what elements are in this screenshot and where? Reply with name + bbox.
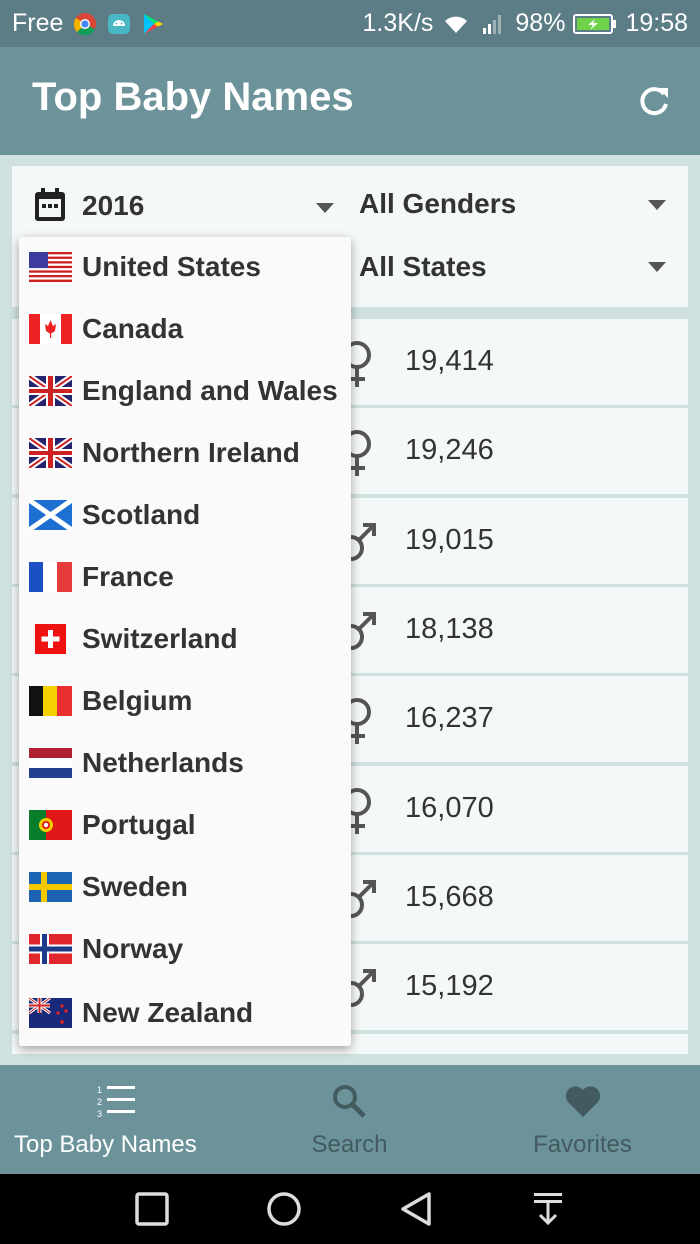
menu-item-netherlands[interactable]: Netherlands (19, 733, 351, 795)
menu-item-label: New Zealand (82, 997, 254, 1028)
new-zealand-flag-icon (29, 998, 72, 1028)
menu-item-united-states[interactable]: United States (19, 237, 351, 299)
france-flag-icon (29, 562, 72, 592)
svg-text:1: 1 (97, 1085, 102, 1095)
uk-flag-icon (29, 438, 72, 468)
menu-item-sweden[interactable]: Sweden (19, 857, 351, 919)
refresh-icon[interactable] (634, 82, 674, 122)
gender-dropdown[interactable]: All Genders (350, 166, 688, 246)
menu-item-england-and-wales[interactable]: England and Wales (19, 361, 351, 423)
menu-item-new-zealand[interactable]: New Zealand (19, 983, 351, 1045)
battery-percent: 98% (515, 9, 566, 37)
back-triangle-icon[interactable] (398, 1191, 434, 1227)
chevron-down-icon (648, 200, 666, 210)
signal-icon (483, 14, 502, 34)
status-bar: Free 1.3K/s 98% 19:58 (0, 0, 700, 47)
menu-item-france[interactable]: France (19, 547, 351, 609)
menu-item-label: Portugal (82, 809, 196, 840)
name-count: 16,237 (405, 702, 494, 734)
chrome-icon (74, 12, 97, 35)
menu-item-canada[interactable]: Canada (19, 299, 351, 361)
numbered-list-icon: 1 2 3 (97, 1085, 135, 1119)
us-flag-icon (29, 252, 72, 282)
battery-icon (573, 13, 617, 34)
name-count: 19,015 (405, 524, 494, 556)
recents-square-icon[interactable] (134, 1191, 170, 1227)
heart-icon (565, 1086, 600, 1117)
chevron-down-icon (648, 262, 666, 272)
nav-search[interactable]: Search (233, 1065, 466, 1174)
canada-flag-icon (29, 314, 72, 344)
menu-item-label: Switzerland (82, 623, 238, 654)
menu-item-portugal[interactable]: Portugal (19, 795, 351, 857)
year-dropdown[interactable]: 2016 (12, 166, 350, 246)
uk-flag-icon (29, 376, 72, 406)
menu-item-scotland[interactable]: Scotland (19, 485, 351, 547)
nav-label: Top Baby Names (14, 1131, 197, 1158)
portugal-flag-icon (29, 810, 72, 840)
norway-flag-icon (29, 934, 72, 964)
system-navigation-bar (0, 1174, 700, 1244)
home-circle-icon[interactable] (266, 1191, 302, 1227)
wifi-icon (445, 16, 468, 33)
menu-item-label: France (82, 561, 174, 592)
menu-item-label: Canada (82, 313, 184, 344)
name-count: 15,192 (405, 970, 494, 1002)
page-title: Top Baby Names (32, 75, 354, 119)
state-dropdown[interactable]: All States (350, 246, 688, 307)
menu-item-northern-ireland[interactable]: Northern Ireland (19, 423, 351, 485)
nav-top-baby-names[interactable]: 1 2 3 Top Baby Names (0, 1065, 233, 1174)
name-count: 18,138 (405, 613, 494, 645)
name-count: 19,414 (405, 345, 494, 377)
menu-item-label: Netherlands (82, 747, 244, 778)
android-icon (108, 13, 131, 34)
svg-text:3: 3 (97, 1109, 102, 1119)
menu-item-label: United States (82, 251, 261, 282)
notification-pull-icon[interactable] (530, 1191, 566, 1227)
name-count: 15,668 (405, 881, 494, 913)
name-count: 19,246 (405, 434, 494, 466)
country-dropdown-menu: United States Canada England and Wales N… (19, 237, 351, 1046)
menu-item-label: Northern Ireland (82, 437, 300, 468)
bottom-navigation: 1 2 3 Top Baby Names Search Favorites (0, 1065, 700, 1174)
menu-item-label: Sweden (82, 871, 188, 902)
menu-item-switzerland[interactable]: Switzerland (19, 609, 351, 671)
search-icon (332, 1085, 366, 1118)
menu-item-label: Scotland (82, 499, 201, 530)
scotland-flag-icon (29, 500, 72, 530)
gender-value: All Genders (359, 188, 517, 219)
nav-favorites[interactable]: Favorites (466, 1065, 699, 1174)
belgium-flag-icon (29, 686, 72, 716)
menu-item-label: England and Wales (82, 375, 338, 406)
menu-item-norway[interactable]: Norway (19, 919, 351, 981)
year-value: 2016 (82, 190, 145, 221)
nav-label: Favorites (533, 1131, 632, 1158)
menu-item-label: Belgium (82, 685, 193, 716)
netherlands-flag-icon (29, 748, 72, 778)
name-count: 16,070 (405, 792, 494, 824)
switzerland-flag-icon (35, 624, 66, 654)
state-value: All States (359, 251, 487, 282)
network-speed: 1.3K/s (362, 9, 434, 37)
svg-text:2: 2 (97, 1097, 102, 1107)
calendar-icon (35, 188, 65, 221)
clock: 19:58 (625, 9, 688, 37)
sweden-flag-icon (29, 872, 72, 902)
carrier-label: Free (12, 9, 64, 37)
menu-item-label: Norway (82, 933, 184, 964)
play-store-icon (144, 13, 164, 34)
menu-item-belgium[interactable]: Belgium (19, 671, 351, 733)
app-bar: Top Baby Names (0, 47, 700, 155)
chevron-down-icon (316, 203, 334, 213)
nav-label: Search (311, 1131, 388, 1158)
